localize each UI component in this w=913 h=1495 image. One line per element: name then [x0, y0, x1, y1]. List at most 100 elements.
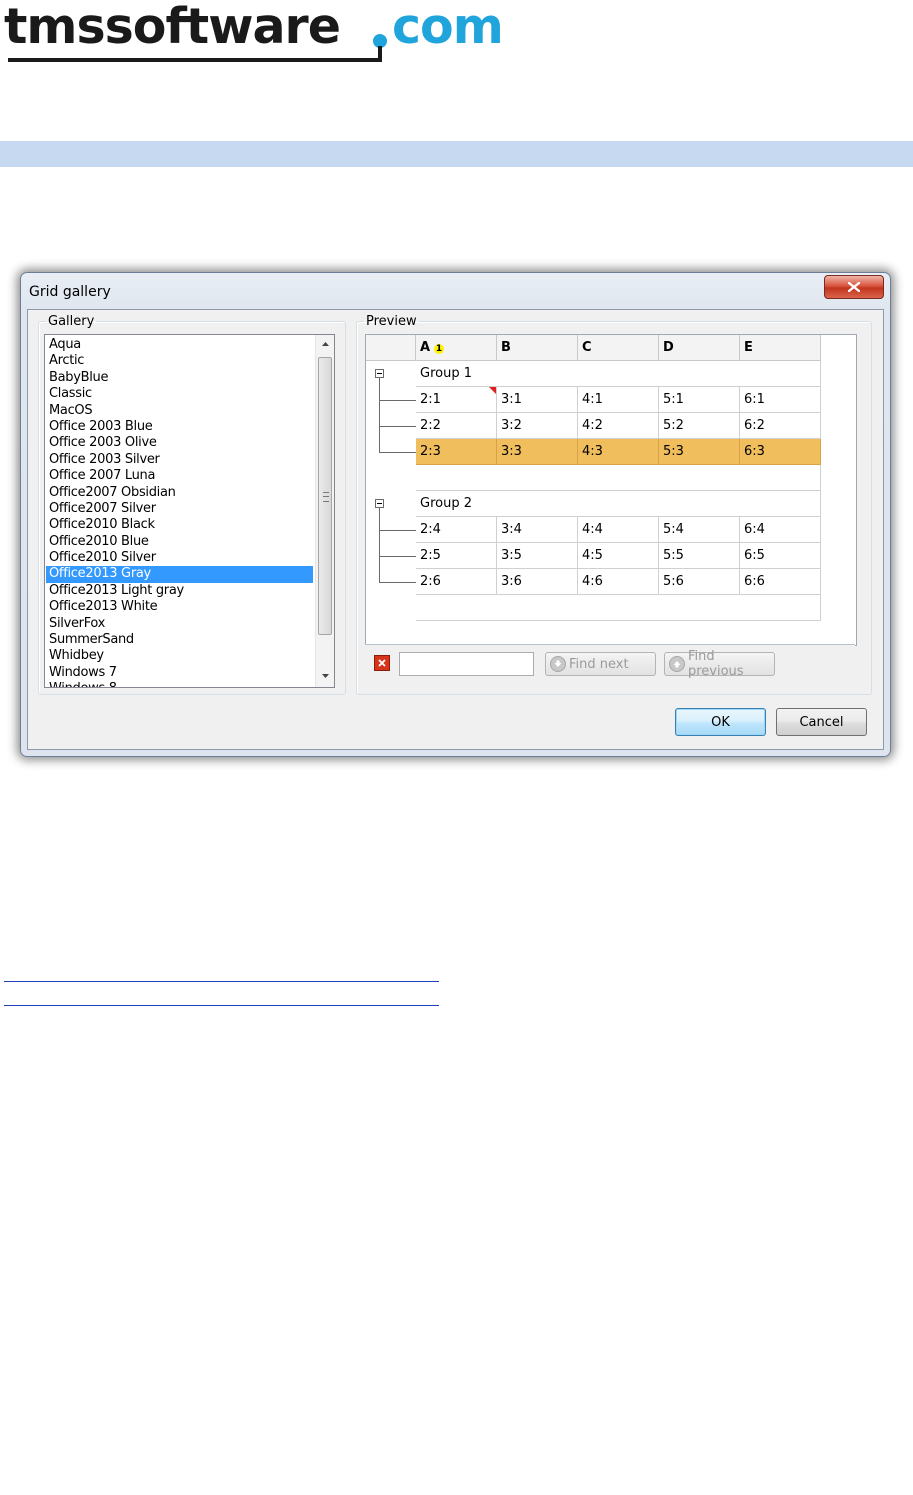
close-icon — [378, 659, 386, 667]
column-header-a[interactable]: A1 — [416, 335, 497, 361]
gallery-list-item[interactable]: Office2010 Silver — [46, 550, 313, 566]
collapse-group-icon[interactable] — [375, 369, 384, 378]
column-header-b[interactable]: B — [497, 335, 578, 361]
link-underline-1 — [4, 981, 439, 982]
grid-cell[interactable]: 5:2 — [659, 413, 740, 439]
grid-cell[interactable]: 3:5 — [497, 543, 578, 569]
grid-gallery-dialog: Grid gallery Gallery Preview Aqua Arctic B… — [20, 272, 891, 757]
grid-cell[interactable]: 6:3 — [740, 439, 821, 465]
group-header-row[interactable]: Group 2 — [416, 491, 821, 517]
grid-cell[interactable]: 6:6 — [740, 569, 821, 595]
grid-cell[interactable]: 6:5 — [740, 543, 821, 569]
logo-text-main: tmssoftware — [4, 0, 341, 55]
gallery-list-item[interactable]: MacOS — [46, 403, 313, 419]
gallery-listbox[interactable]: Aqua Arctic BabyBlue Classic MacOS Office 200… — [44, 334, 335, 688]
gallery-list-item[interactable]: Aqua — [46, 337, 313, 353]
grid-cell[interactable]: 4:2 — [578, 413, 659, 439]
grid-cell[interactable]: 4:5 — [578, 543, 659, 569]
tree-vertical-line — [379, 508, 380, 582]
grid-cell[interactable]: 2:1 — [416, 387, 497, 413]
grid-cell[interactable]: 2:4 — [416, 517, 497, 543]
gallery-list-item[interactable]: Office2013 Light gray — [46, 583, 313, 599]
grid-cell[interactable]: 5:4 — [659, 517, 740, 543]
column-header-label: C — [582, 340, 592, 355]
gallery-list-item[interactable]: Office2007 Obsidian — [46, 485, 313, 501]
grid-cell[interactable]: 4:3 — [578, 439, 659, 465]
logo-underline — [8, 58, 382, 62]
grid-cell[interactable]: 3:3 — [497, 439, 578, 465]
find-next-label: Find next — [569, 656, 629, 672]
cancel-button[interactable]: Cancel — [776, 708, 867, 736]
gallery-list-item[interactable]: SummerSand — [46, 632, 313, 648]
gallery-list-item[interactable]: Office 2007 Luna — [46, 468, 313, 484]
collapse-group-icon[interactable] — [375, 499, 384, 508]
column-header-c[interactable]: C — [578, 335, 659, 361]
grid-cell[interactable]: 2:5 — [416, 543, 497, 569]
sort-indicator-icon: 1 — [434, 344, 445, 354]
gallery-list-item[interactable]: BabyBlue — [46, 370, 313, 386]
grid-cell[interactable]: 4:1 — [578, 387, 659, 413]
gallery-list-item[interactable]: SilverFox — [46, 616, 313, 632]
grid-cell[interactable]: 2:2 — [416, 413, 497, 439]
find-previous-label: Find previous — [687, 649, 744, 679]
grid-corner-header — [366, 335, 416, 361]
group-header-row[interactable]: Group 1 — [416, 361, 821, 387]
dialog-client-area: Gallery Preview Aqua Arctic BabyBlue Classi… — [27, 309, 884, 750]
grid-cell[interactable]: 2:6 — [416, 569, 497, 595]
grid-cell[interactable]: 6:2 — [740, 413, 821, 439]
scroll-down-arrow[interactable] — [316, 667, 334, 685]
gallery-list-item[interactable]: Office 2003 Silver — [46, 452, 313, 468]
gallery-list-item[interactable]: Office2010 Black — [46, 517, 313, 533]
grid-cell[interactable]: 3:2 — [497, 413, 578, 439]
ok-button[interactable]: OK — [675, 708, 766, 736]
column-header-d[interactable]: D — [659, 335, 740, 361]
gallery-list-item[interactable]: Classic — [46, 386, 313, 402]
gallery-list-item[interactable]: Office 2003 Blue — [46, 419, 313, 435]
grid-cell[interactable]: 4:4 — [578, 517, 659, 543]
grid-cell[interactable]: 5:3 — [659, 439, 740, 465]
grid-cell[interactable]: 5:6 — [659, 569, 740, 595]
gallery-list-item[interactable]: Office2007 Silver — [46, 501, 313, 517]
scroll-thumb[interactable] — [318, 357, 332, 635]
find-close-button[interactable] — [374, 655, 390, 671]
arrow-up-circle-icon — [669, 656, 685, 672]
column-header-label: B — [501, 340, 511, 355]
grid-cell[interactable]: 3:4 — [497, 517, 578, 543]
tmssoftware-logo: tmssoftware com — [4, 0, 524, 70]
grid-cell[interactable]: 5:1 — [659, 387, 740, 413]
gallery-list-item[interactable]: Office 2003 Olive — [46, 435, 313, 451]
gallery-list-item[interactable]: Whidbey — [46, 648, 313, 664]
grid-cell[interactable]: 4:6 — [578, 569, 659, 595]
column-header-label: D — [663, 340, 674, 355]
grid-cell[interactable]: 3:6 — [497, 569, 578, 595]
close-button[interactable] — [824, 275, 884, 299]
triangle-up-icon — [321, 342, 329, 346]
find-input[interactable] — [399, 652, 534, 676]
gallery-list-item[interactable]: Office2010 Blue — [46, 534, 313, 550]
cell-comment-marker — [489, 387, 496, 394]
grid-cell[interactable]: 6:1 — [740, 387, 821, 413]
gallery-scrollbar[interactable] — [315, 335, 334, 687]
grid-cell[interactable]: 5:5 — [659, 543, 740, 569]
gallery-list-item[interactable]: Windows 7 — [46, 665, 313, 681]
gallery-list-item[interactable]: Windows 8 — [46, 681, 313, 687]
tree-vertical-line — [379, 378, 380, 452]
scroll-up-arrow[interactable] — [316, 335, 334, 353]
tree-branch-line — [379, 426, 416, 427]
tree-branch-line — [379, 556, 416, 557]
gallery-list-item[interactable]: Office2013 White — [46, 599, 313, 615]
preview-grid[interactable]: A 1 B C D E Group 1 2:1 3:1 4:1 5:1 6:1 2:2 3:2 4:2 5:2… — [365, 334, 857, 646]
column-header-e[interactable]: E — [740, 335, 821, 361]
find-previous-button[interactable]: Find previous — [664, 649, 775, 679]
grid-cell[interactable]: 6:4 — [740, 517, 821, 543]
preview-legend: Preview — [366, 314, 417, 329]
grid-cell[interactable]: 3:1 — [497, 387, 578, 413]
gallery-list-item[interactable]: Office2013 Gray — [46, 566, 313, 583]
gallery-list: Aqua Arctic BabyBlue Classic MacOS Office 200… — [46, 337, 313, 687]
grid-cell[interactable]: 2:3 — [416, 439, 497, 465]
find-next-button[interactable]: Find next — [545, 652, 656, 676]
column-header-label: E — [744, 340, 753, 355]
tree-branch-line — [379, 400, 416, 401]
gallery-list-item[interactable]: Arctic — [46, 353, 313, 369]
find-panel: Find next Find previous — [365, 644, 855, 686]
